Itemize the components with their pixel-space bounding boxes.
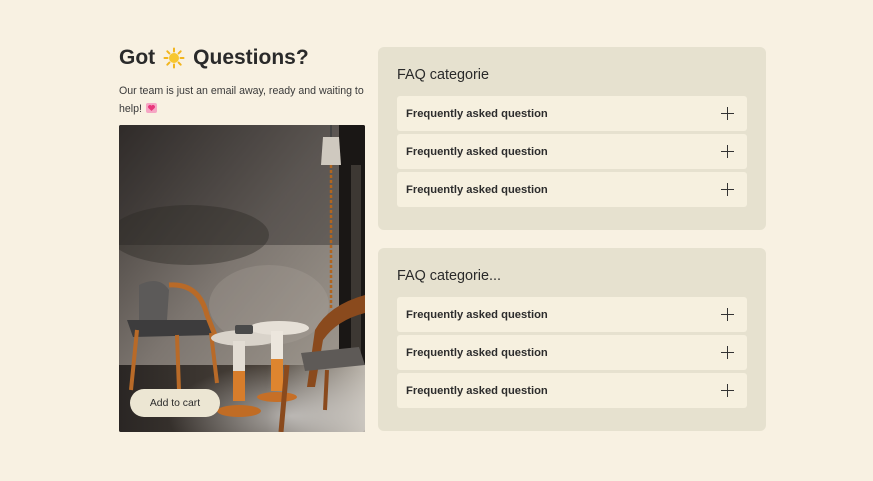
sun-icon <box>163 47 185 69</box>
faq-question: Frequently asked question <box>406 308 548 321</box>
title-text-start: Got <box>119 46 156 69</box>
faq-list: Frequently asked question Frequently ask… <box>397 96 747 207</box>
title-text-end: Questions? <box>193 46 309 69</box>
faq-item[interactable]: Frequently asked question <box>397 335 747 370</box>
faq-question: Frequently asked question <box>406 107 548 120</box>
faq-question: Frequently asked question <box>406 145 548 158</box>
faq-question: Frequently asked question <box>406 346 548 359</box>
faq-item[interactable]: Frequently asked question <box>397 172 747 207</box>
page-title: Got Questions? <box>119 44 365 72</box>
add-to-cart-button[interactable]: Add to cart <box>130 389 220 417</box>
plus-icon[interactable] <box>721 145 734 158</box>
chair-room-photo <box>119 125 365 432</box>
faq-item[interactable]: Frequently asked question <box>397 96 747 131</box>
faq-panel: FAQ categorie Frequently asked question … <box>378 47 766 230</box>
faq-item[interactable]: Frequently asked question <box>397 373 747 408</box>
faq-item[interactable]: Frequently asked question <box>397 134 747 169</box>
intro-subtitle: Our team is just an email away, ready an… <box>119 82 365 119</box>
faq-category-title: FAQ categorie <box>397 67 489 83</box>
heart-icon <box>145 101 157 119</box>
faq-question: Frequently asked question <box>406 384 548 397</box>
plus-icon[interactable] <box>721 346 734 359</box>
plus-icon[interactable] <box>721 308 734 321</box>
intro-section: Got Questions? Our team is just an email… <box>119 44 365 119</box>
plus-icon[interactable] <box>721 183 734 196</box>
faq-category-title: FAQ categorie... <box>397 268 501 284</box>
plus-icon[interactable] <box>721 384 734 397</box>
faq-list: Frequently asked question Frequently ask… <box>397 297 747 408</box>
faq-question: Frequently asked question <box>406 183 548 196</box>
faq-item[interactable]: Frequently asked question <box>397 297 747 332</box>
faq-panel: FAQ categorie... Frequently asked questi… <box>378 248 766 431</box>
plus-icon[interactable] <box>721 107 734 120</box>
